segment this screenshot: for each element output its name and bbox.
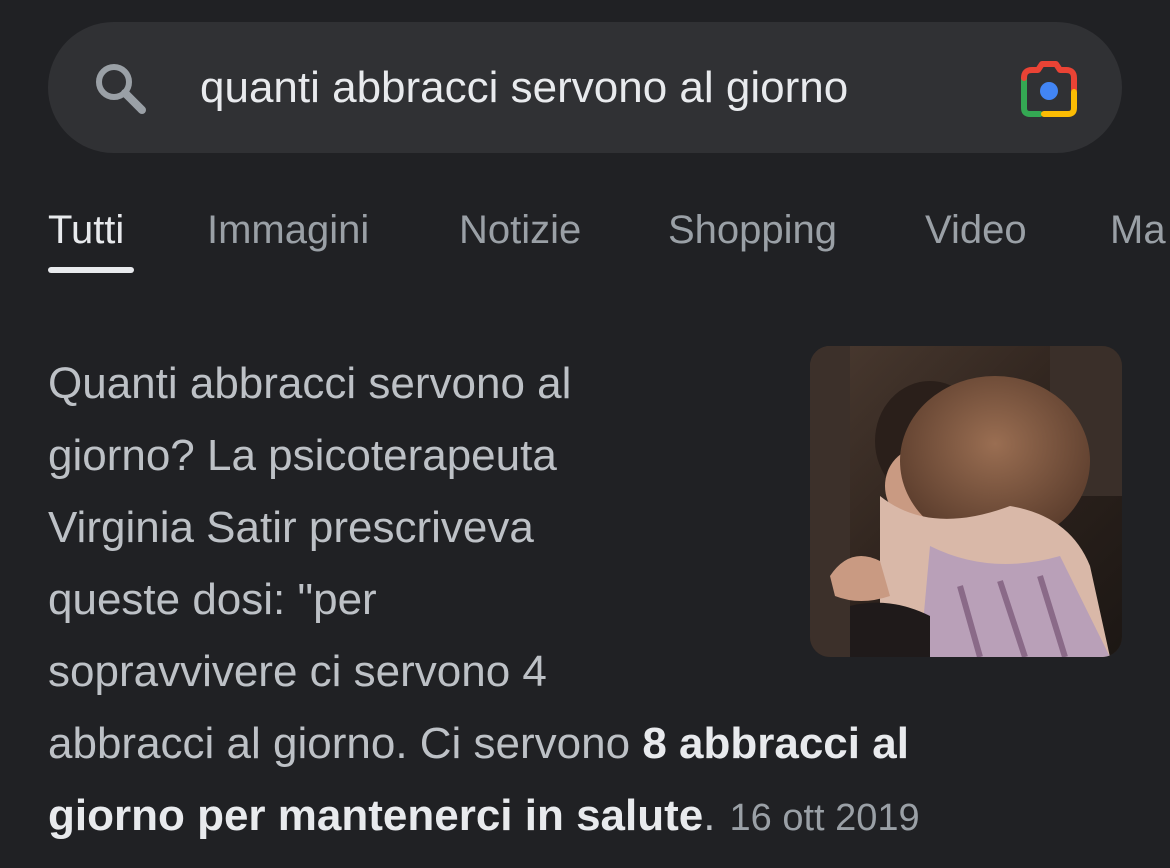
tab-notizie[interactable]: Notizie [459, 206, 581, 254]
result-thumbnail[interactable] [810, 346, 1122, 657]
tab-tutti[interactable]: Tutti [48, 206, 124, 254]
snippet-text: abbracci al giorno. Ci servono [48, 719, 643, 768]
snippet-line: giorno per mantenerci in salute. 16 ott 2… [48, 780, 1148, 852]
result-date: 16 ott 2019 [729, 797, 920, 839]
tab-shopping[interactable]: Shopping [668, 206, 837, 254]
active-tab-indicator [48, 267, 134, 273]
snippet-text: . [703, 791, 716, 840]
snippet-line: abbracci al giorno. Ci servono 8 abbracc… [48, 708, 1148, 780]
search-input[interactable]: quanti abbracci servono al giorno [200, 62, 848, 114]
tab-video[interactable]: Video [925, 206, 1027, 254]
google-lens-camera-icon[interactable] [1016, 58, 1082, 118]
search-tabs: Tutti Immagini Notizie Shopping Video Ma [0, 200, 1170, 280]
search-icon[interactable] [88, 56, 152, 120]
tab-immagini[interactable]: Immagini [207, 206, 369, 254]
snippet-highlight: giorno per mantenerci in salute [48, 791, 704, 840]
tab-more[interactable]: Ma [1110, 206, 1166, 254]
hug-photo [810, 346, 1122, 657]
snippet-highlight: 8 abbracci al [642, 719, 909, 768]
